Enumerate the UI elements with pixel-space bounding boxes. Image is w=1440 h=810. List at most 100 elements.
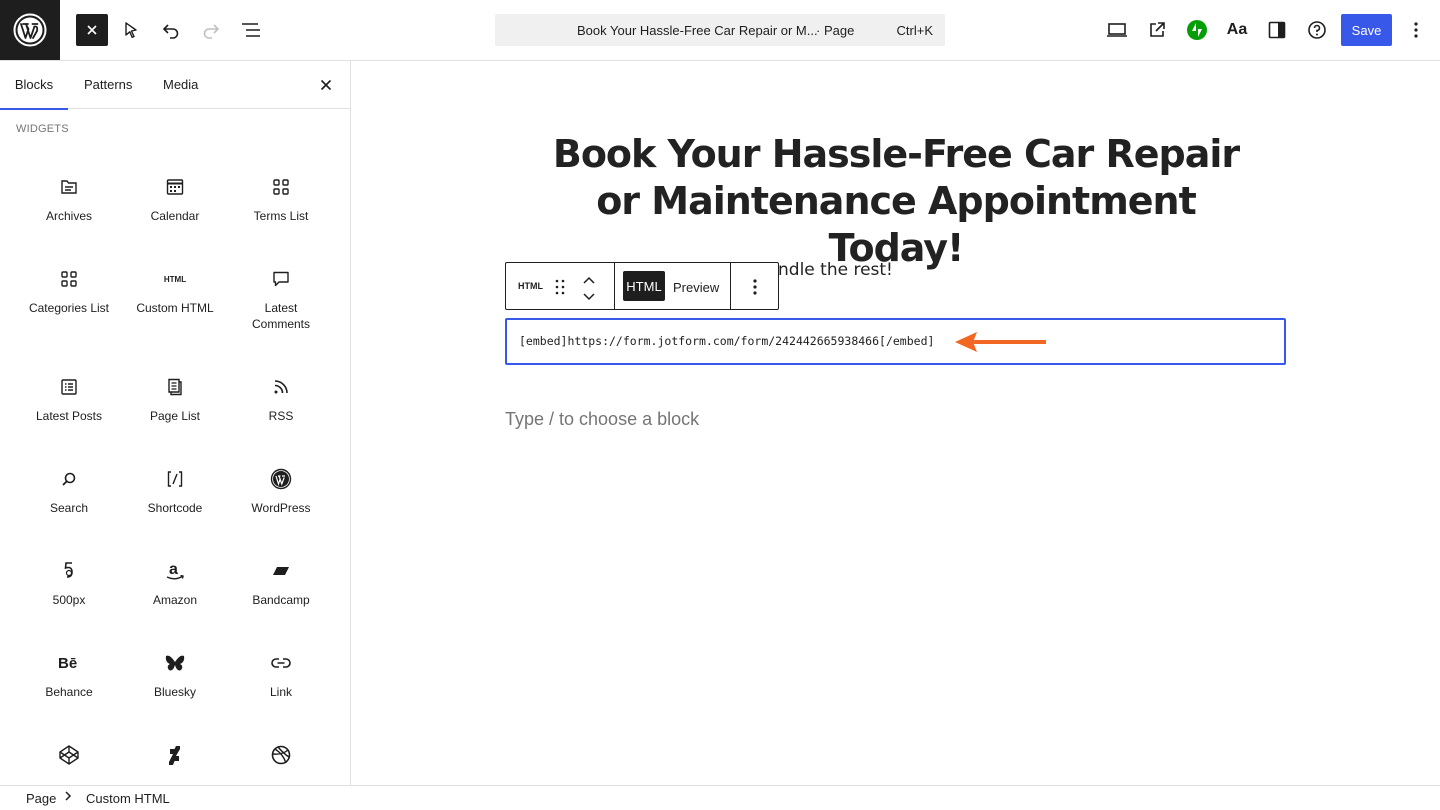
- block-latest-comments[interactable]: Latest Comments: [228, 267, 334, 332]
- redo-button[interactable]: [195, 14, 227, 46]
- tab-blocks[interactable]: Blocks: [0, 61, 68, 110]
- list-view-icon: [242, 23, 260, 37]
- block-link[interactable]: Link: [228, 651, 334, 700]
- toolbar-divider: [730, 263, 731, 309]
- svg-text:a: a: [169, 561, 178, 578]
- view-button[interactable]: [1101, 14, 1133, 46]
- block-dribbble[interactable]: [228, 743, 334, 767]
- styles-button[interactable]: Aa: [1221, 14, 1253, 46]
- block-wordpress[interactable]: WordPress: [228, 467, 334, 516]
- block-shortcode[interactable]: Shortcode: [122, 467, 228, 516]
- redo-icon: [203, 24, 220, 39]
- document-overview-button[interactable]: [235, 14, 267, 46]
- editor-canvas[interactable]: Book Your Hassle-Free Car Repair or Main…: [351, 61, 1440, 785]
- block-page-list[interactable]: Page List: [122, 375, 228, 424]
- html-mode-button[interactable]: HTML: [623, 271, 665, 301]
- block-label: Calendar: [150, 209, 200, 223]
- block-terms-list[interactable]: Terms List: [228, 175, 334, 224]
- grid-icon: [57, 267, 81, 291]
- chevron-down-icon: [583, 293, 595, 301]
- settings-button[interactable]: [1261, 14, 1293, 46]
- dribbble-icon: [269, 743, 293, 767]
- block-search[interactable]: Search: [16, 467, 122, 516]
- wordpress-icon: [269, 467, 293, 491]
- drag-icon: [555, 279, 565, 295]
- wordpress-icon: [13, 13, 47, 47]
- calendar-icon: [163, 175, 187, 199]
- block-options-button[interactable]: [746, 277, 764, 297]
- block-deviantart[interactable]: [122, 743, 228, 767]
- close-panel-button[interactable]: [316, 75, 336, 95]
- move-down-button[interactable]: [582, 289, 600, 303]
- toolbar-divider: [614, 263, 615, 309]
- drag-handle[interactable]: [554, 278, 570, 296]
- bandcamp-icon: [269, 559, 293, 583]
- block-inserter-panel: Blocks Patterns Media WIDGETS Archives C…: [0, 61, 351, 785]
- block-bandcamp[interactable]: Bandcamp: [228, 559, 334, 608]
- page-heading[interactable]: Book Your Hassle-Free Car Repair or Main…: [546, 131, 1246, 272]
- block-custom-html[interactable]: HTML Custom HTML: [122, 267, 228, 316]
- more-vertical-icon: [1414, 22, 1418, 38]
- move-up-button[interactable]: [582, 272, 600, 286]
- tab-patterns[interactable]: Patterns: [84, 61, 132, 109]
- block-calendar[interactable]: Calendar: [122, 175, 228, 224]
- undo-button[interactable]: [155, 14, 187, 46]
- sidebar-panel-icon: [1268, 21, 1286, 39]
- behance-icon: Bē: [57, 651, 81, 675]
- document-title: Book Your Hassle-Free Car Repair or M...: [577, 23, 818, 38]
- command-palette-bar[interactable]: Book Your Hassle-Free Car Repair or M...…: [495, 14, 945, 46]
- shortcut-hint: Ctrl+K: [896, 23, 933, 38]
- block-codepen[interactable]: [16, 743, 122, 767]
- block-placeholder[interactable]: Type / to choose a block: [505, 409, 699, 430]
- block-type-button[interactable]: HTML: [518, 281, 543, 291]
- view-page-button[interactable]: [1141, 14, 1173, 46]
- block-categories-list[interactable]: Categories List: [16, 267, 122, 316]
- link-icon: [269, 651, 293, 675]
- block-label: 500px: [52, 593, 86, 607]
- breadcrumb-page[interactable]: Page: [26, 791, 56, 806]
- 500px-icon: [57, 559, 81, 583]
- block-label: WordPress: [251, 501, 311, 515]
- block-label: Amazon: [152, 593, 198, 607]
- close-inserter-button[interactable]: [76, 14, 108, 46]
- preview-button[interactable]: Preview: [673, 280, 719, 295]
- list-icon: [57, 375, 81, 399]
- wordpress-logo-button[interactable]: [0, 0, 60, 60]
- undo-icon: [162, 24, 179, 39]
- block-label: RSS: [268, 409, 294, 423]
- block-amazon[interactable]: a Amazon: [122, 559, 228, 608]
- comment-icon: [269, 267, 293, 291]
- options-button[interactable]: [1400, 14, 1432, 46]
- tab-media[interactable]: Media: [163, 61, 198, 109]
- block-behance[interactable]: Bē Behance: [16, 651, 122, 700]
- block-label: Shortcode: [147, 501, 203, 515]
- block-rss[interactable]: RSS: [228, 375, 334, 424]
- bluesky-icon: [163, 651, 187, 675]
- block-label: Latest Comments: [251, 301, 310, 331]
- block-latest-posts[interactable]: Latest Posts: [16, 375, 122, 424]
- block-label: Latest Posts: [35, 409, 103, 423]
- help-button[interactable]: [1301, 14, 1333, 46]
- document-kind: · Page: [816, 23, 855, 38]
- inserter-tabs: Blocks Patterns Media: [0, 61, 350, 110]
- save-button[interactable]: Save: [1341, 14, 1392, 46]
- breadcrumb-current[interactable]: Custom HTML: [86, 791, 170, 806]
- block-label: Bluesky: [153, 685, 197, 699]
- block-label: Terms List: [253, 209, 309, 223]
- custom-html-editor[interactable]: [embed]https://form.jotform.com/form/242…: [505, 318, 1286, 365]
- svg-text:Bē: Bē: [58, 655, 77, 672]
- select-tool-button[interactable]: [115, 14, 147, 46]
- block-label: Bandcamp: [252, 593, 310, 607]
- close-icon: [320, 79, 332, 91]
- block-bluesky[interactable]: Bluesky: [122, 651, 228, 700]
- block-archives[interactable]: Archives: [16, 175, 122, 224]
- jetpack-button[interactable]: [1181, 14, 1213, 46]
- block-500px[interactable]: 500px: [16, 559, 122, 608]
- jetpack-icon: [1187, 20, 1207, 40]
- annotation-arrow: [955, 332, 1046, 352]
- shortcode-icon: [163, 467, 187, 491]
- block-toolbar: HTML HTML Preview: [505, 262, 779, 310]
- block-label: Link: [269, 685, 292, 699]
- html-code[interactable]: [embed]https://form.jotform.com/form/242…: [519, 334, 934, 348]
- more-vertical-icon: [753, 279, 757, 295]
